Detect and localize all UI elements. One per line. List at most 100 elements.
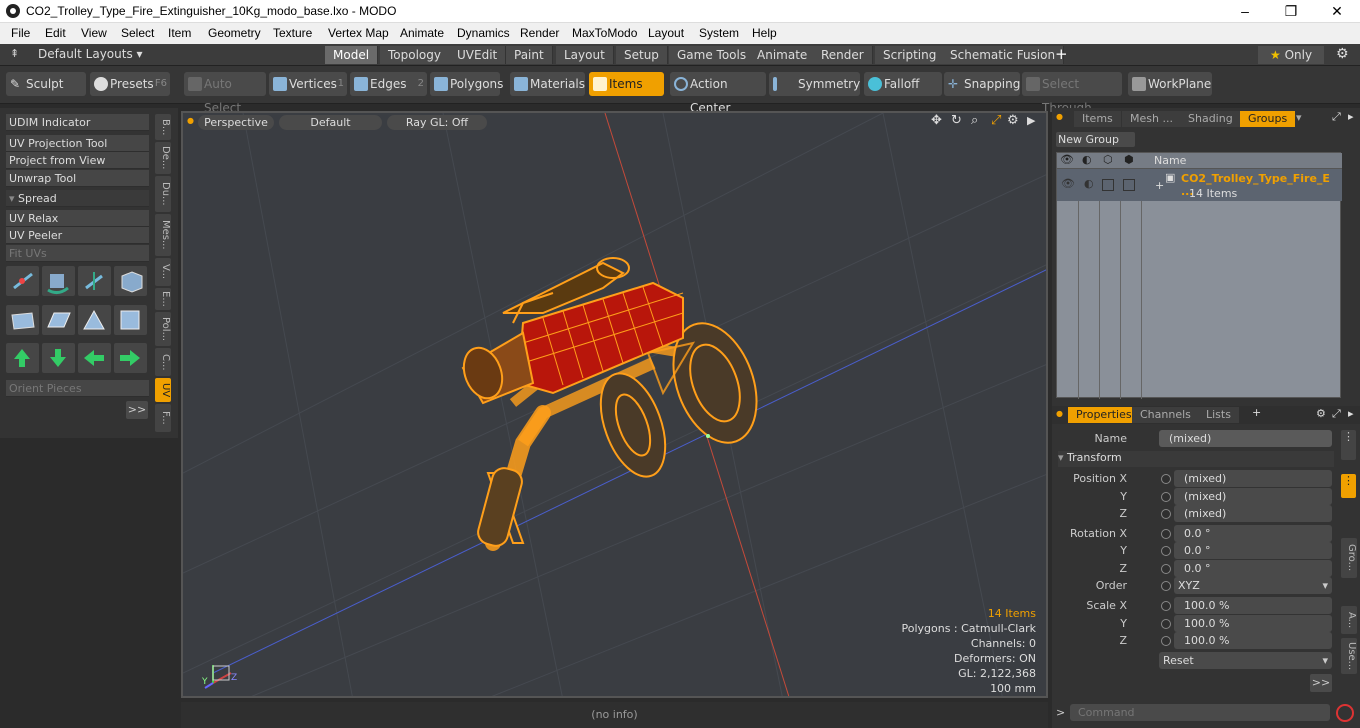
tab-game-tools[interactable]: Game Tools xyxy=(669,46,756,64)
menu-texture[interactable]: Texture xyxy=(273,26,312,40)
tab-mesh[interactable]: Mesh ... xyxy=(1122,111,1181,127)
menu-vertex-map[interactable]: Vertex Map xyxy=(328,26,389,40)
unwrap-tool-button[interactable]: Unwrap Tool xyxy=(6,170,149,187)
props-menu-icon[interactable]: ▸ xyxy=(1348,407,1354,420)
uv-grid-icon[interactable] xyxy=(42,305,75,335)
tab-shading[interactable]: Shading xyxy=(1180,111,1241,127)
menu-view[interactable]: View xyxy=(81,26,107,40)
viewport-settings-icon[interactable]: ⚙ xyxy=(1007,113,1019,128)
minimize-icon[interactable]: – xyxy=(1222,0,1268,23)
panel-menu-icon[interactable]: ▸ xyxy=(1348,110,1354,123)
materials-button[interactable]: Materials xyxy=(510,72,585,96)
items-button[interactable]: Items xyxy=(589,72,664,96)
scale-x-field[interactable]: 100.0 % xyxy=(1174,597,1332,614)
tab-animate[interactable]: Animate xyxy=(749,46,817,64)
side-menu-dots-icon[interactable]: ⋮ xyxy=(1341,430,1356,460)
maximize-icon[interactable]: ❐ xyxy=(1268,0,1314,23)
side-tab-groups[interactable]: Gro... xyxy=(1341,538,1357,578)
vertices-button[interactable]: Vertices 1 xyxy=(269,72,347,96)
vtab-b[interactable]: B... xyxy=(155,114,171,140)
align-right-icon[interactable] xyxy=(114,343,147,373)
group-row[interactable]: 👁 ◐ + ▣ CO2_Trolley_Type_Fire_E ... 14 I… xyxy=(1057,169,1342,201)
expand-panel-icon[interactable]: ⤢ xyxy=(1332,110,1341,124)
polygons-button[interactable]: Polygons xyxy=(430,72,503,96)
select-through-button[interactable]: Select Through xyxy=(1022,72,1122,115)
uv-relax-button[interactable]: UV Relax xyxy=(6,210,149,227)
tab-scripting[interactable]: Scripting xyxy=(875,46,946,64)
vtab-pol[interactable]: Pol... xyxy=(155,312,171,346)
menu-help[interactable]: Help xyxy=(752,26,777,40)
only-toggle[interactable]: ★ Only xyxy=(1258,46,1324,64)
workplane-button[interactable]: WorkPlane xyxy=(1128,72,1212,96)
props-expand-icon[interactable]: ⤢ xyxy=(1332,407,1341,421)
scale-y-radio[interactable] xyxy=(1161,619,1171,629)
side-tab-use[interactable]: Use... xyxy=(1341,638,1357,674)
tab-model[interactable]: Model xyxy=(325,46,379,64)
menu-dynamics[interactable]: Dynamics xyxy=(457,26,510,40)
rotation-y-radio[interactable] xyxy=(1161,546,1171,556)
visibility-eye-icon[interactable]: 👁 xyxy=(1060,153,1074,166)
lock-icon[interactable]: ⬡ xyxy=(1103,153,1113,166)
tab-layout[interactable]: Layout xyxy=(556,46,614,64)
tab-properties[interactable]: Properties xyxy=(1068,407,1140,423)
gear-icon[interactable]: ⚙ xyxy=(1336,46,1349,62)
uv-fit-icon[interactable] xyxy=(114,305,147,335)
vtab-e[interactable]: E... xyxy=(155,288,171,310)
uv-projection-tool-button[interactable]: UV Projection Tool xyxy=(6,135,149,152)
tab-lists[interactable]: Lists xyxy=(1198,407,1239,423)
menu-system[interactable]: System xyxy=(699,26,739,40)
3d-viewport[interactable]: Y Z ● Perspective Default Ray GL: Off ✥ … xyxy=(181,111,1048,698)
side-active-dots-icon[interactable]: ⋮ xyxy=(1341,474,1356,498)
transform-section[interactable]: ▾ Transform xyxy=(1058,451,1334,467)
menu-file[interactable]: File xyxy=(11,26,30,40)
tab-items[interactable]: Items xyxy=(1074,111,1121,127)
tabs-dropdown-icon[interactable]: ▾ xyxy=(1296,111,1302,124)
more-tools-button[interactable]: >> xyxy=(126,401,148,419)
vtab-f[interactable]: F... xyxy=(155,404,171,432)
perspective-dropdown[interactable]: Perspective xyxy=(198,115,274,130)
menu-item[interactable]: Item xyxy=(168,26,191,40)
vtab-c[interactable]: C... xyxy=(155,348,171,376)
menu-select[interactable]: Select xyxy=(121,26,154,40)
project-from-view-button[interactable]: Project from View xyxy=(6,152,149,169)
menu-geometry[interactable]: Geometry xyxy=(208,26,261,40)
orient-pieces-button[interactable]: Orient Pieces xyxy=(6,380,149,397)
maximize-view-icon[interactable]: ⤢ xyxy=(991,113,1001,128)
row-lock-checkbox[interactable] xyxy=(1102,179,1114,191)
row-select-checkbox[interactable] xyxy=(1123,179,1135,191)
vtab-mesh[interactable]: Mes... xyxy=(155,214,171,256)
tab-render[interactable]: Render xyxy=(813,46,873,64)
new-group-button[interactable]: New Group xyxy=(1056,132,1135,147)
rotation-z-radio[interactable] xyxy=(1161,564,1171,574)
position-z-field[interactable]: (mixed) xyxy=(1174,505,1332,522)
select-icon[interactable]: ⬢ xyxy=(1124,153,1134,166)
uv-cube-icon[interactable] xyxy=(114,266,147,296)
position-y-field[interactable]: (mixed) xyxy=(1174,488,1332,505)
side-tab-a[interactable]: A... xyxy=(1341,606,1357,634)
tab-schematic-fusion[interactable]: Schematic Fusion xyxy=(942,46,1065,64)
row-render-icon[interactable]: ◐ xyxy=(1084,177,1094,190)
expand-plus-icon[interactable]: + xyxy=(1155,179,1164,192)
command-input[interactable] xyxy=(1070,704,1330,721)
menu-layout[interactable]: Layout xyxy=(648,26,684,40)
tab-topology[interactable]: Topology xyxy=(380,46,450,64)
rotation-y-field[interactable]: 0.0 ° xyxy=(1174,542,1332,559)
action-center-button[interactable]: Action Center xyxy=(670,72,766,115)
name-column-header[interactable]: Name xyxy=(1154,154,1186,167)
fit-uvs-button[interactable]: Fit UVs xyxy=(6,245,149,262)
scale-z-radio[interactable] xyxy=(1161,636,1171,646)
vtab-uv[interactable]: UV xyxy=(155,378,171,402)
uv-box-icon[interactable] xyxy=(6,305,39,335)
align-down-icon[interactable] xyxy=(42,343,75,373)
menu-edit[interactable]: Edit xyxy=(45,26,66,40)
menu-animate[interactable]: Animate xyxy=(400,26,444,40)
scale-x-radio[interactable] xyxy=(1161,601,1171,611)
align-up-icon[interactable] xyxy=(6,343,39,373)
default-layouts-dropdown[interactable]: Default Layouts ▾ xyxy=(38,47,143,61)
name-field[interactable]: (mixed) xyxy=(1159,430,1332,447)
uv-scale-icon[interactable] xyxy=(78,266,111,296)
uv-peeler-button[interactable]: UV Peeler xyxy=(6,227,149,244)
spread-section[interactable]: ▾ Spread xyxy=(6,190,149,207)
align-left-icon[interactable] xyxy=(78,343,111,373)
tab-paint[interactable]: Paint xyxy=(506,46,553,64)
